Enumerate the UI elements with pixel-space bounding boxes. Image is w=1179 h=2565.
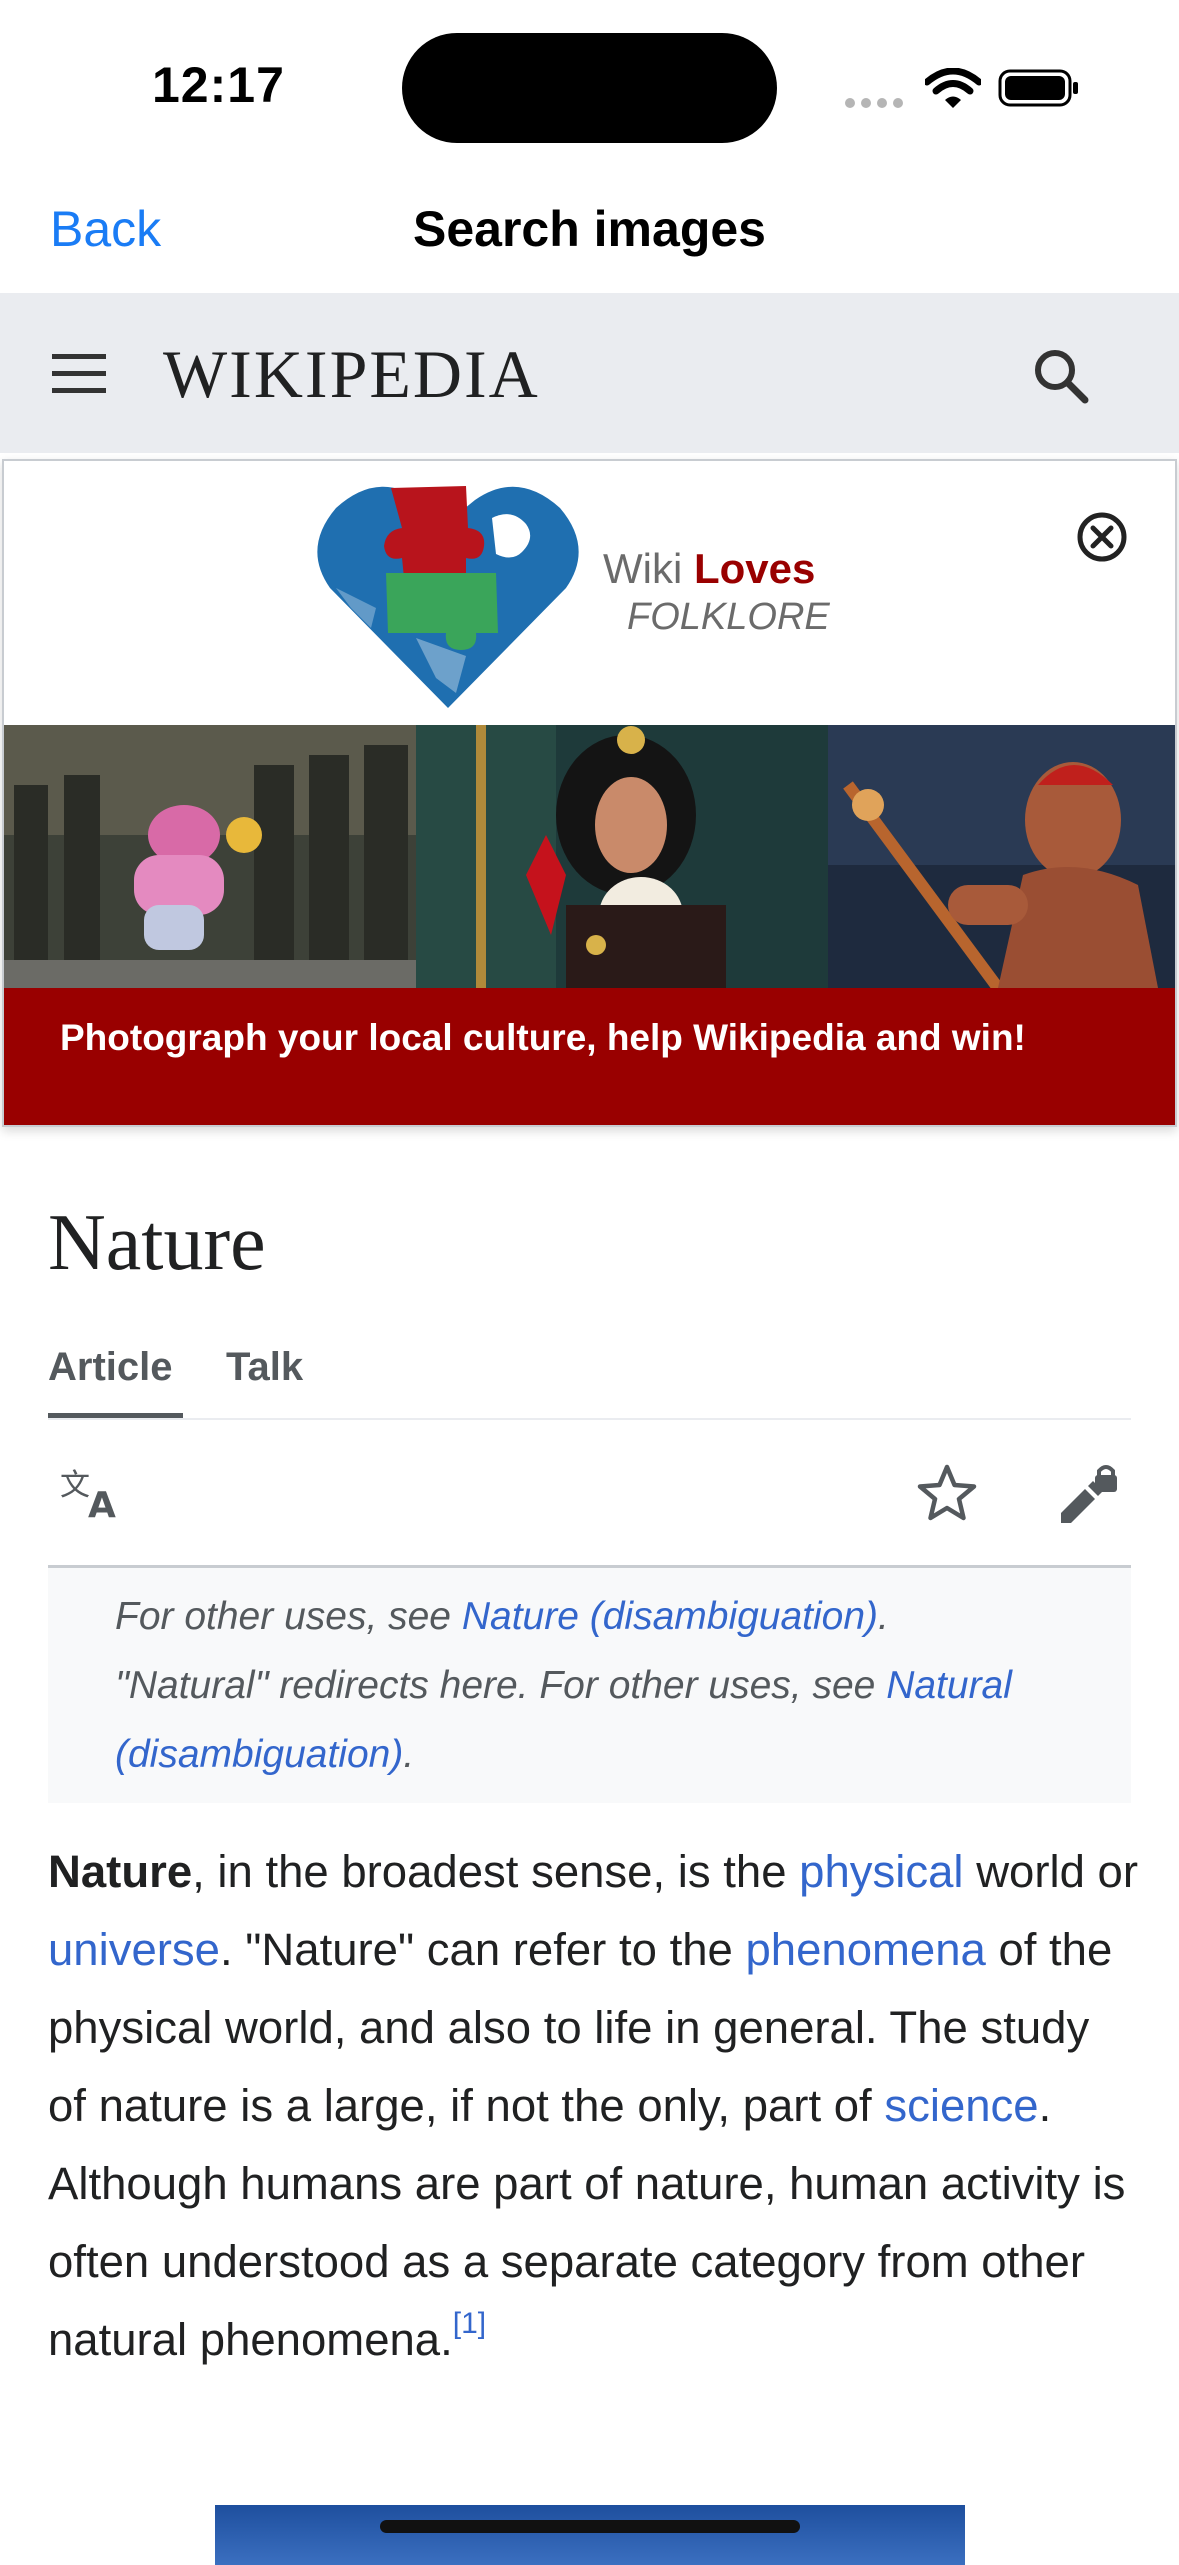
tab-article[interactable]: Article xyxy=(48,1345,173,1390)
dynamic-island xyxy=(402,33,777,143)
lead-paragraph: Nature, in the broadest sense, is the ph… xyxy=(48,1833,1138,2379)
photo-maori-performer xyxy=(828,725,1175,988)
hatnote-text: For other uses, see xyxy=(115,1595,462,1638)
hatnote-disambiguation: For other uses, see Nature (disambiguati… xyxy=(115,1582,1115,1651)
hatnote-link-nature-disambiguation[interactable]: Nature (disambiguation) xyxy=(462,1595,878,1638)
status-time: 12:17 xyxy=(152,57,285,113)
link-physical[interactable]: physical xyxy=(799,1846,963,1897)
nav-title: Search images xyxy=(413,201,766,257)
close-icon[interactable] xyxy=(1075,510,1129,569)
translate-icon[interactable]: 文 A xyxy=(60,1465,124,1526)
battery-icon xyxy=(998,68,1082,113)
lead-text: world or xyxy=(963,1846,1139,1897)
back-button[interactable]: Back xyxy=(50,200,161,258)
banner-logo-word-wiki: Wiki xyxy=(603,545,683,592)
wikipedia-wordmark[interactable]: WIKIPEDIA xyxy=(163,335,540,414)
star-icon[interactable] xyxy=(916,1463,978,1528)
home-indicator xyxy=(380,2520,800,2533)
hatnote-redirect: "Natural" redirects here. For other uses… xyxy=(115,1651,1115,1789)
hamburger-menu-icon[interactable] xyxy=(50,350,110,403)
search-icon[interactable] xyxy=(1030,345,1092,412)
reference-link[interactable]: [1] xyxy=(453,2307,486,2340)
svg-text:文: 文 xyxy=(60,1468,90,1503)
hatnote-text: . xyxy=(878,1595,889,1638)
wifi-icon xyxy=(923,67,983,115)
photo-child-with-soldiers xyxy=(4,725,416,988)
lead-text: , in the broadest sense, is the xyxy=(192,1846,800,1897)
svg-text:A: A xyxy=(88,1485,116,1521)
banner-logo-word-loves: Loves xyxy=(693,545,816,592)
banner-logo-text: Wiki Loves xyxy=(603,545,815,593)
tabs-divider xyxy=(48,1418,1131,1420)
edit-lock-icon[interactable] xyxy=(1055,1463,1121,1532)
hatnote-text: . xyxy=(403,1733,415,1776)
banner-logo-word-folklore: FOLKLORE xyxy=(627,596,830,638)
article-image[interactable] xyxy=(215,2505,965,2565)
link-science[interactable]: science xyxy=(884,2080,1038,2131)
lead-text: . "Nature" can refer to the xyxy=(219,1924,746,1975)
photo-woman-costume xyxy=(416,725,828,988)
link-phenomena[interactable]: phenomena xyxy=(745,1924,985,1975)
lead-bold-term: Nature xyxy=(48,1846,193,1897)
banner-caption[interactable]: Photograph your local culture, help Wiki… xyxy=(60,1017,1060,1059)
wiki-loves-folklore-logo xyxy=(316,478,580,715)
cellular-signal-icon xyxy=(845,95,909,113)
banner-photo-strip xyxy=(4,725,1175,988)
link-universe[interactable]: universe xyxy=(48,1924,220,1975)
tab-talk[interactable]: Talk xyxy=(226,1345,303,1390)
hatnote-text: "Natural" redirects here. For other uses… xyxy=(115,1664,887,1707)
page-title: Nature xyxy=(48,1199,266,1287)
